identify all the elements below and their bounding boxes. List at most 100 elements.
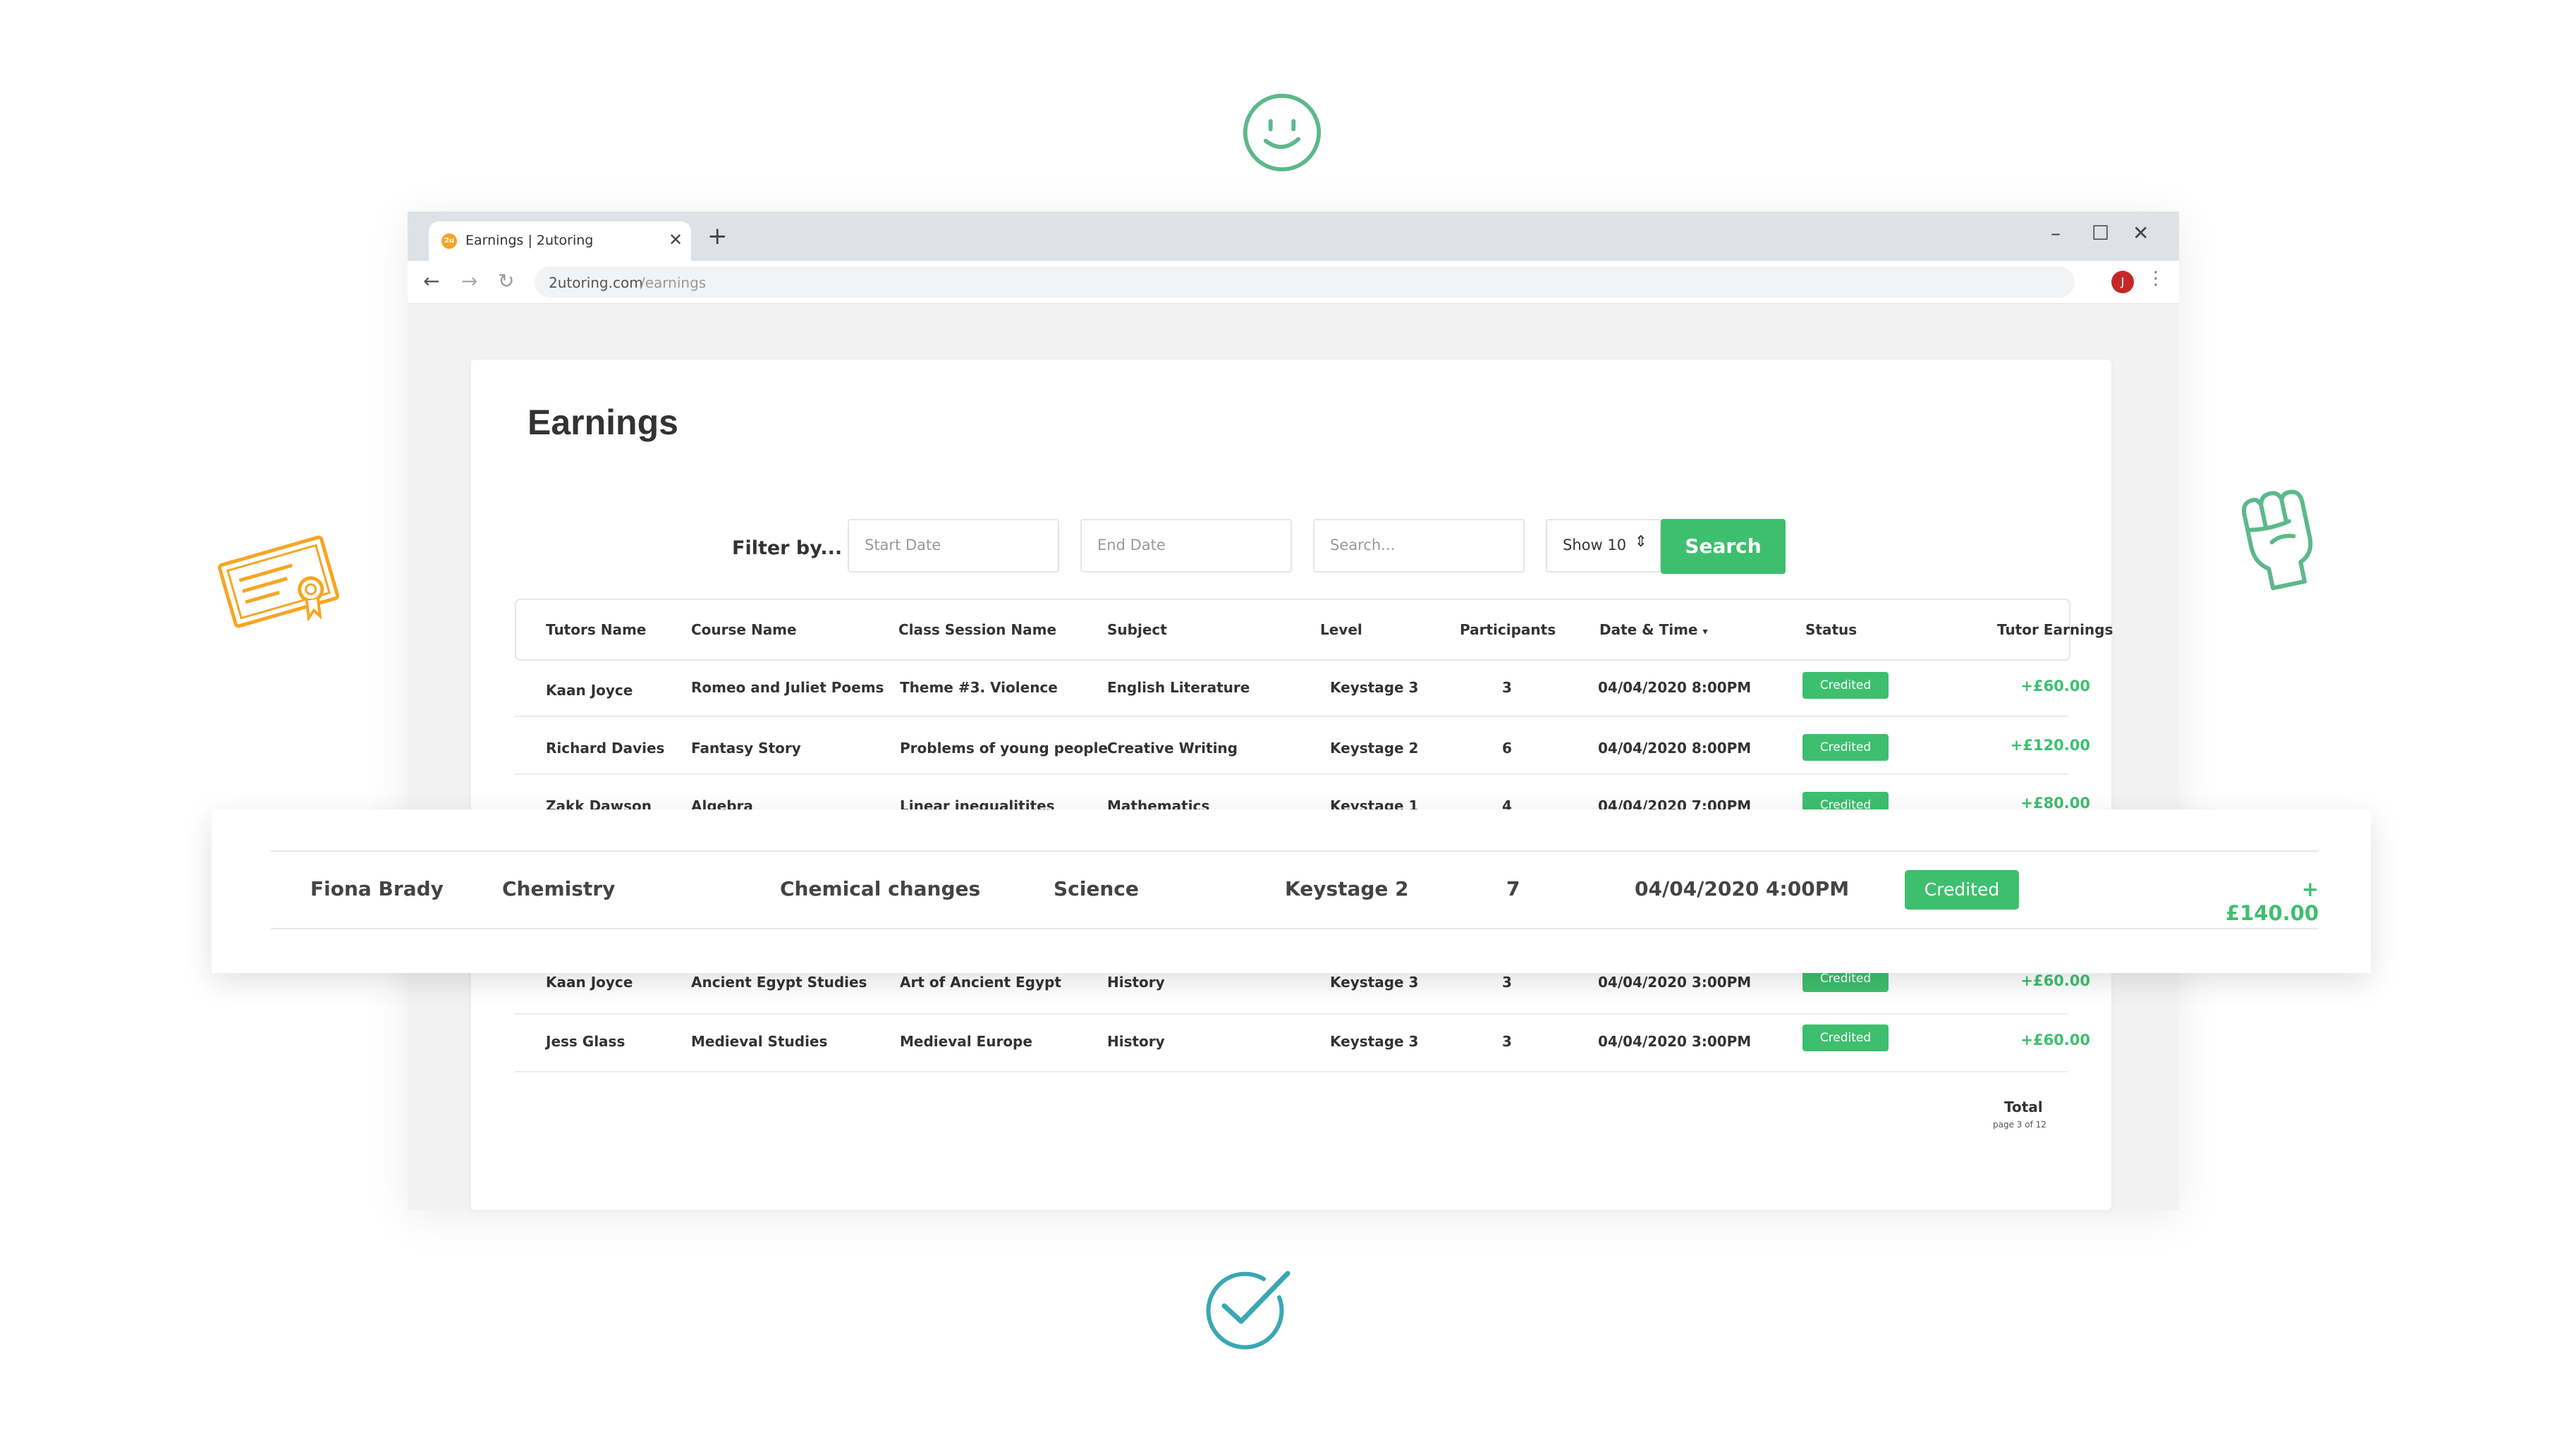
- th-class-session-name[interactable]: Class Session Name: [898, 621, 1056, 638]
- cell-tutor: Kaan Joyce: [546, 974, 633, 991]
- cell-subject: English Literature: [1107, 679, 1250, 696]
- th-date-time-label: Date & Time: [1599, 621, 1698, 638]
- browser-toolbar: ← → ↻ 2utoring.com /earnings J ⋮: [408, 261, 2179, 304]
- cell-earnings: +£140.00: [2225, 877, 2319, 925]
- browser-tab[interactable]: 2u Earnings | 2utoring ✕: [429, 221, 691, 261]
- status-badge: Credited: [1802, 1024, 1889, 1051]
- cell-tutor: Richard Davies: [546, 740, 665, 757]
- tab-title: Earnings | 2utoring: [465, 233, 594, 248]
- forward-arrow-icon[interactable]: →: [461, 269, 477, 293]
- end-date-placeholder: End Date: [1097, 537, 1166, 553]
- table-row[interactable]: Jess Glass Medieval Studies Medieval Eur…: [515, 1013, 2090, 1072]
- cell-level: Keystage 3: [1330, 679, 1419, 696]
- raised-fist-icon: [2228, 472, 2334, 599]
- search-placeholder: Search...: [1330, 537, 1396, 553]
- cell-participants: 7: [1506, 877, 1520, 900]
- th-date-time[interactable]: Date & Time ▾: [1599, 621, 1708, 638]
- cell-datetime: 04/04/2020 4:00PM: [1635, 877, 1850, 900]
- search-input[interactable]: Search...: [1313, 519, 1525, 573]
- cell-datetime: 04/04/2020 8:00PM: [1598, 740, 1752, 757]
- cell-tutor: Jess Glass: [546, 1033, 626, 1050]
- favicon-icon: 2u: [441, 233, 457, 249]
- show-count-select[interactable]: Show 10 ⇕: [1546, 519, 1661, 573]
- tab-strip: 2u Earnings | 2utoring ✕ + – ☐ ✕: [408, 212, 2179, 261]
- browser-window: 2u Earnings | 2utoring ✕ + – ☐ ✕ ← → ↻ 2…: [408, 212, 2179, 1210]
- certificate-icon: [212, 529, 346, 635]
- cell-participants: 3: [1502, 974, 1512, 991]
- page-title: Earnings: [527, 403, 678, 442]
- start-date-placeholder: Start Date: [865, 537, 941, 553]
- cell-course: Romeo and Juliet Poems: [691, 679, 884, 696]
- cell-session: Theme #3. Violence: [900, 679, 1058, 696]
- menu-kebab-icon[interactable]: ⋮: [2147, 268, 2165, 289]
- table-row[interactable]: Richard Davies Fantasy Story Problems of…: [515, 716, 2090, 775]
- th-subject[interactable]: Subject: [1107, 621, 1167, 638]
- cell-datetime: 04/04/2020 3:00PM: [1598, 974, 1752, 991]
- total-label: Total: [2004, 1099, 2043, 1115]
- th-level[interactable]: Level: [1320, 621, 1362, 638]
- table-header: Tutors Name Course Name Class Session Na…: [515, 599, 2113, 661]
- new-tab-icon[interactable]: +: [707, 224, 728, 248]
- cell-earnings: +£60.00: [2020, 678, 2090, 695]
- maximize-icon[interactable]: ☐: [2092, 221, 2109, 245]
- cell-subject: Science: [1054, 877, 1139, 900]
- address-bar[interactable]: 2utoring.com /earnings: [535, 267, 2075, 298]
- earnings-card: Earnings Filter by... Start Date End Dat…: [471, 360, 2113, 1210]
- cell-earnings: +£60.00: [2020, 972, 2090, 989]
- cell-level: Keystage 3: [1330, 974, 1419, 991]
- cell-datetime: 04/04/2020 8:00PM: [1598, 679, 1752, 696]
- close-window-icon[interactable]: ✕: [2133, 221, 2149, 245]
- status-badge: Credited: [1905, 870, 2019, 910]
- cell-subject: History: [1107, 974, 1165, 991]
- cell-level: Keystage 2: [1330, 740, 1419, 757]
- cell-level: Keystage 2: [1285, 877, 1409, 900]
- url-path: /earnings: [640, 274, 707, 291]
- select-arrows-icon: ⇕: [1634, 533, 1647, 551]
- cell-subject: Creative Writing: [1107, 740, 1238, 757]
- cell-course: Fantasy Story: [691, 740, 801, 757]
- checkmark-icon: [1196, 1265, 1295, 1350]
- url-host: 2utoring.com: [549, 274, 643, 291]
- search-button[interactable]: Search: [1661, 519, 1786, 574]
- th-participants[interactable]: Participants: [1460, 621, 1556, 638]
- cell-session: Art of Ancient Egypt: [900, 974, 1061, 991]
- start-date-input[interactable]: Start Date: [848, 519, 1059, 573]
- back-arrow-icon[interactable]: ←: [423, 269, 439, 293]
- th-tutor-earnings[interactable]: Tutor Earnings: [1997, 621, 2113, 638]
- smiley-icon: [1241, 92, 1323, 173]
- reload-icon[interactable]: ↻: [498, 269, 514, 293]
- table-row[interactable]: Kaan Joyce Romeo and Juliet Poems Theme …: [515, 658, 2090, 717]
- end-date-input[interactable]: End Date: [1080, 519, 1292, 573]
- cell-level: Keystage 3: [1330, 1033, 1419, 1050]
- cell-datetime: 04/04/2020 3:00PM: [1598, 1033, 1752, 1050]
- cell-tutor: Kaan Joyce: [546, 682, 633, 699]
- cell-session: Medieval Europe: [900, 1033, 1032, 1050]
- cell-participants: 3: [1502, 1033, 1512, 1050]
- close-tab-icon[interactable]: ✕: [669, 230, 683, 250]
- cell-session: Problems of young people: [900, 740, 1108, 757]
- sort-caret-icon: ▾: [1702, 626, 1708, 637]
- cell-course: Chemistry: [502, 877, 616, 900]
- show-count-value: Show 10: [1563, 537, 1627, 553]
- th-course-name[interactable]: Course Name: [691, 621, 797, 638]
- th-tutors-name[interactable]: Tutors Name: [546, 621, 646, 638]
- cell-course: Ancient Egypt Studies: [691, 974, 867, 991]
- status-badge: Credited: [1802, 734, 1889, 761]
- divider: [271, 928, 2319, 929]
- highlighted-row[interactable]: Fiona Brady Chemistry Chemical changes S…: [212, 809, 2371, 973]
- profile-avatar[interactable]: J: [2111, 271, 2134, 293]
- cell-session: Chemical changes: [780, 877, 981, 900]
- cell-earnings: +£60.00: [2020, 1032, 2090, 1048]
- status-badge: Credited: [1802, 672, 1889, 699]
- pagination-info: page 3 of 12: [1993, 1120, 2046, 1130]
- filter-label: Filter by...: [732, 537, 843, 559]
- cell-participants: 3: [1502, 679, 1512, 696]
- cell-participants: 6: [1502, 740, 1512, 757]
- minimize-icon[interactable]: –: [2051, 221, 2061, 245]
- cell-earnings: +£120.00: [2010, 737, 2090, 754]
- cell-course: Medieval Studies: [691, 1033, 828, 1050]
- th-status[interactable]: Status: [1805, 621, 1857, 638]
- cell-tutor: Fiona Brady: [310, 877, 444, 900]
- divider: [271, 850, 2319, 852]
- cell-subject: History: [1107, 1033, 1165, 1050]
